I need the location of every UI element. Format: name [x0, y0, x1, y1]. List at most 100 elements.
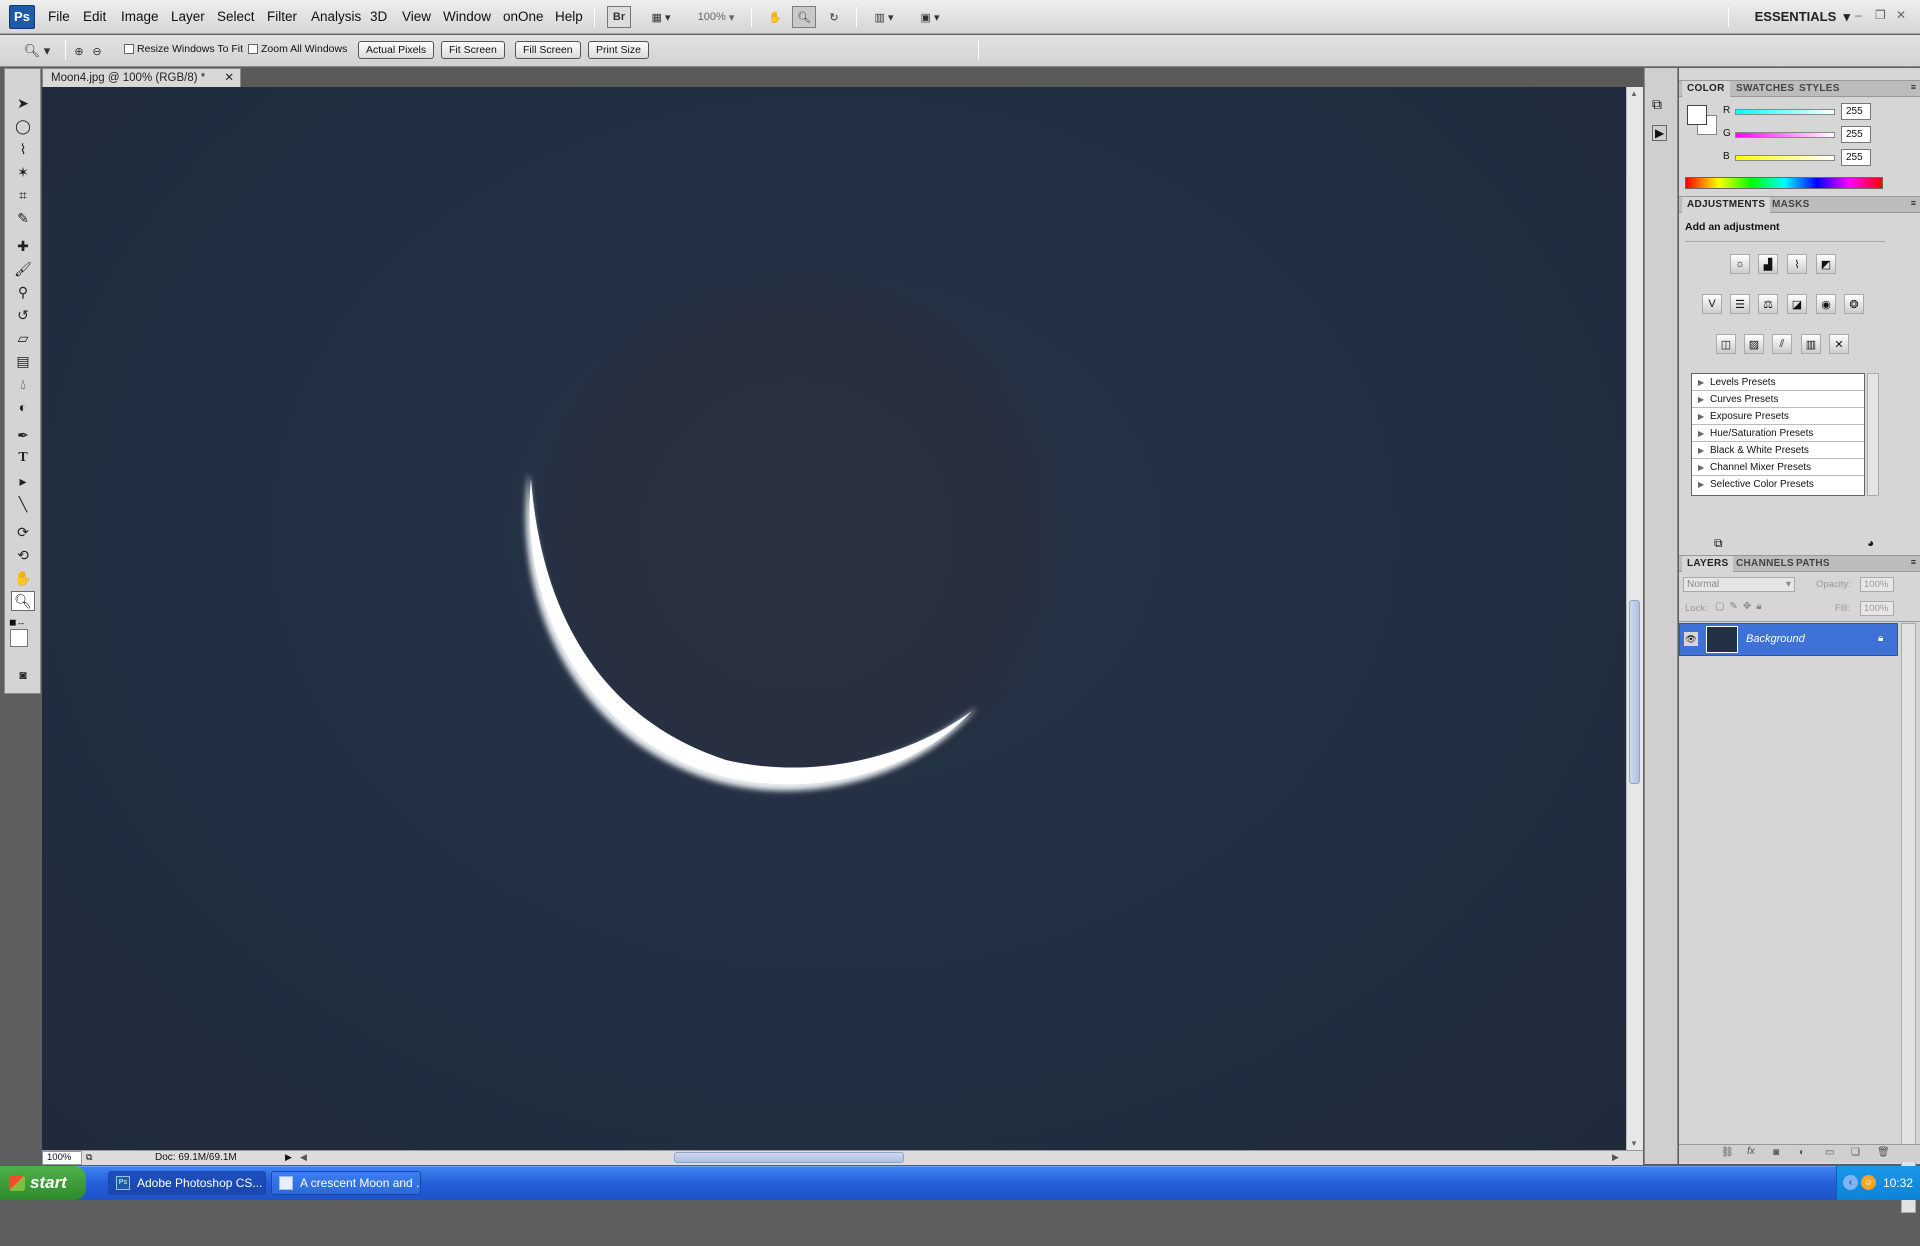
expand-triangle-icon[interactable]: ▶: [1698, 391, 1704, 408]
foreground-color-swatch-front[interactable]: [1687, 105, 1707, 125]
blue-value[interactable]: 255: [1841, 149, 1871, 166]
healing-brush-icon[interactable]: ✚: [11, 236, 35, 256]
scroll-up-icon[interactable]: ▲: [1630, 89, 1638, 98]
scroll-left-icon[interactable]: ◀: [300, 1152, 307, 1163]
tray-expand-icon[interactable]: ‹: [1843, 1175, 1858, 1190]
fx-icon[interactable]: fx: [1747, 1146, 1755, 1157]
preset-item[interactable]: ▶ Selective Color Presets: [1692, 476, 1864, 493]
menu-filter[interactable]: Filter: [267, 9, 297, 24]
resize-windows-checkbox[interactable]: Resize Windows To Fit: [124, 43, 243, 55]
hand-tool-button[interactable]: ✋: [763, 6, 787, 28]
levels-icon[interactable]: ▟: [1758, 254, 1778, 274]
actions-icon[interactable]: ▶: [1652, 125, 1668, 141]
tab-adjustments[interactable]: ADJUSTMENTS: [1682, 197, 1771, 213]
actual-pixels-button[interactable]: Actual Pixels: [358, 41, 435, 59]
tab-layers[interactable]: LAYERS: [1682, 556, 1734, 572]
expand-triangle-icon[interactable]: ▶: [1698, 374, 1704, 391]
scroll-right-icon[interactable]: ▶: [1612, 1152, 1619, 1163]
panel-menu-icon[interactable]: ≡: [1911, 198, 1916, 208]
menu-help[interactable]: Help: [555, 9, 583, 24]
zoom-all-checkbox[interactable]: Zoom All Windows: [248, 43, 347, 55]
exposure-icon[interactable]: ◩: [1816, 254, 1836, 274]
adjustment-return-icon[interactable]: ⧉: [1714, 536, 1723, 551]
zoom-out-button[interactable]: ⊖: [88, 40, 106, 62]
menu-select[interactable]: Select: [217, 9, 255, 24]
fill-screen-button[interactable]: Fill Screen: [515, 41, 581, 59]
panel-menu-icon[interactable]: ≡: [1911, 557, 1916, 567]
eye-icon[interactable]: 👁︎: [1684, 632, 1698, 646]
menu-image[interactable]: Image: [121, 9, 159, 24]
tab-swatches[interactable]: SWATCHES: [1731, 81, 1799, 97]
expand-triangle-icon[interactable]: ▶: [1698, 442, 1704, 459]
pen-tool-icon[interactable]: ✒: [11, 425, 35, 445]
preset-item[interactable]: ▶ Black & White Presets: [1692, 442, 1864, 459]
selective-color-icon[interactable]: ✕: [1829, 334, 1849, 354]
status-menu-icon[interactable]: ⧉: [86, 1152, 92, 1163]
clone-stamp-icon[interactable]: ⚲: [11, 282, 35, 302]
brightness-contrast-icon[interactable]: ☼: [1730, 254, 1750, 274]
new-group-icon[interactable]: ▭: [1825, 1147, 1834, 1158]
tab-paths[interactable]: PATHS: [1791, 556, 1835, 572]
magic-wand-icon[interactable]: ✶: [11, 162, 35, 182]
close-tab-icon[interactable]: ✕: [224, 69, 234, 87]
eraser-tool-icon[interactable]: ▱: [11, 328, 35, 348]
zoom-percent-field[interactable]: 100%: [42, 1151, 82, 1165]
color-spectrum-ramp[interactable]: [1685, 177, 1883, 189]
type-tool-icon[interactable]: T: [11, 448, 35, 468]
zoom-level-dropdown[interactable]: 100% ▾: [690, 6, 742, 28]
foreground-color-swatch[interactable]: [10, 629, 28, 647]
layer-name[interactable]: Background: [1746, 633, 1805, 645]
dodge-tool-icon[interactable]: ◐: [11, 397, 35, 417]
adjustment-footer-icon[interactable]: ◕: [1867, 536, 1874, 550]
menu-layer[interactable]: Layer: [171, 9, 205, 24]
link-layers-icon[interactable]: ⛓: [1721, 1147, 1734, 1158]
tray-app-icon[interactable]: ☺: [1861, 1175, 1876, 1190]
line-tool-icon[interactable]: ╲: [11, 494, 35, 514]
fit-screen-button[interactable]: Fit Screen: [441, 41, 505, 59]
history-icon[interactable]: ⧉: [1652, 96, 1662, 113]
new-layer-icon[interactable]: ❏: [1851, 1147, 1860, 1158]
preset-item[interactable]: ▶ Hue/Saturation Presets: [1692, 425, 1864, 442]
restore-icon[interactable]: ❐: [1875, 8, 1886, 22]
hand-tool-icon[interactable]: ✋: [11, 568, 35, 588]
checkbox-box[interactable]: [248, 44, 258, 54]
eyedropper-tool-icon[interactable]: ✎: [11, 208, 35, 228]
default-colors-icon[interactable]: ◼↔: [9, 617, 25, 628]
move-tool-icon[interactable]: ➤: [11, 93, 35, 113]
3d-rotate-icon[interactable]: ⟳: [11, 522, 35, 542]
lock-icons[interactable]: ▢✎✥🔒︎: [1715, 601, 1767, 612]
gradient-tool-icon[interactable]: ▤: [11, 351, 35, 371]
zoom-tool-button[interactable]: 🔍︎: [792, 6, 816, 28]
brush-tool-icon[interactable]: 🖌︎: [11, 259, 35, 279]
curves-icon[interactable]: ⌇: [1787, 254, 1807, 274]
menu-file[interactable]: File: [48, 9, 70, 24]
preset-item[interactable]: ▶ Curves Presets: [1692, 391, 1864, 408]
zoom-tool-icon[interactable]: 🔍︎: [11, 591, 35, 611]
hue-saturation-icon[interactable]: ☰: [1730, 294, 1750, 314]
threshold-icon[interactable]: ⫽: [1772, 334, 1792, 354]
opacity-field[interactable]: 100%: [1860, 577, 1894, 592]
document-tab[interactable]: Moon4.jpg @ 100% (RGB/8) * ✕: [42, 68, 241, 87]
menu-analysis[interactable]: Analysis: [311, 9, 361, 24]
preset-item[interactable]: ▶ Channel Mixer Presets: [1692, 459, 1864, 476]
expand-triangle-icon[interactable]: ▶: [1698, 459, 1704, 476]
tab-masks[interactable]: MASKS: [1767, 197, 1815, 213]
layer-row[interactable]: 👁︎ Background 🔒︎: [1679, 623, 1898, 656]
invert-icon[interactable]: ◫: [1716, 334, 1736, 354]
new-adjustment-layer-icon[interactable]: ◐: [1799, 1147, 1805, 1158]
close-icon[interactable]: ✕: [1896, 8, 1906, 22]
blue-slider[interactable]: [1735, 155, 1835, 161]
quick-mask-icon[interactable]: ◙: [11, 665, 35, 685]
lasso-tool-icon[interactable]: ⌇: [11, 139, 35, 159]
arrange-documents-button[interactable]: ▥ ▾: [866, 6, 902, 28]
blur-tool-icon[interactable]: 💧︎: [11, 374, 35, 394]
start-button[interactable]: start: [0, 1166, 86, 1200]
minimize-icon[interactable]: –: [1855, 8, 1862, 22]
menu-window[interactable]: Window: [443, 9, 491, 24]
horizontal-scroll-thumb[interactable]: [674, 1152, 904, 1163]
posterize-icon[interactable]: ▨: [1744, 334, 1764, 354]
history-brush-icon[interactable]: ↺: [11, 305, 35, 325]
screen-mode-button[interactable]: ▣ ▾: [912, 6, 948, 28]
expand-triangle-icon[interactable]: ▶: [1698, 408, 1704, 425]
panel-menu-icon[interactable]: ≡: [1911, 82, 1916, 92]
